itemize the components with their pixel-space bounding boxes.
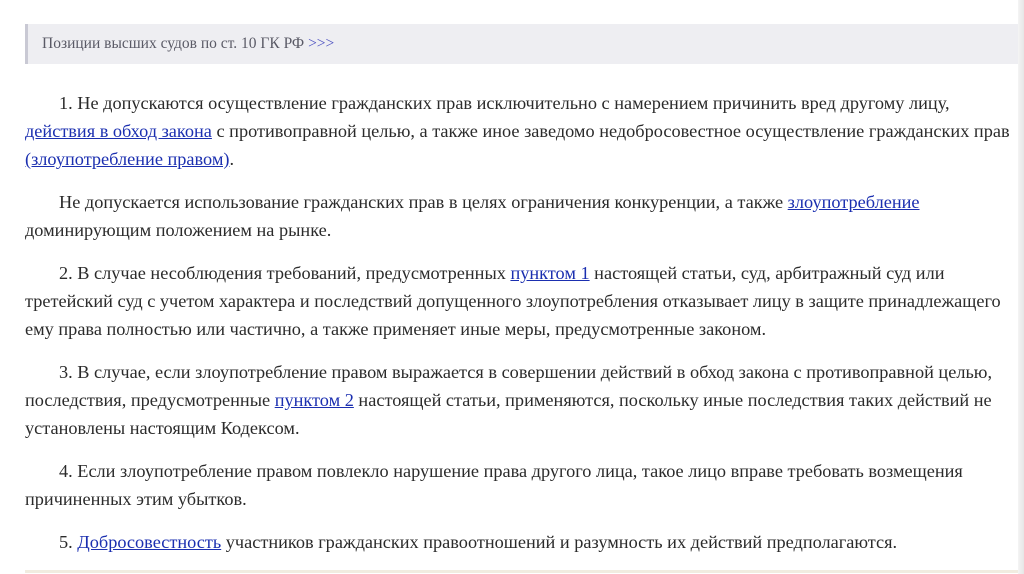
- article-text: 1. Не допускаются осуществление гражданс…: [25, 89, 1020, 571]
- scrollbar-edge[interactable]: [1018, 0, 1024, 574]
- paragraph-5: 4. Если злоупотребление правом повлекло …: [25, 457, 1020, 513]
- paragraph-text: участников гражданских правоотношений и …: [221, 532, 898, 552]
- link-bypass-law[interactable]: действия в обход закона: [25, 121, 212, 141]
- paragraph-text: 5.: [59, 532, 78, 552]
- paragraph-text: .: [229, 149, 235, 169]
- banner-expand-link[interactable]: >>>: [308, 35, 334, 52]
- paragraph-text: с противоправной целью, а также иное зав…: [211, 121, 1010, 141]
- paragraph-3: 2. В случае несоблюдения требований, пре…: [25, 259, 1020, 343]
- paragraph-2: Не допускается использование гражданских…: [25, 188, 1020, 244]
- paragraph-text: 4. Если злоупотребление правом повлекло …: [25, 461, 963, 509]
- paragraph-text: 1. Не допускаются осуществление гражданс…: [59, 93, 950, 113]
- bottom-divider: [25, 570, 1024, 573]
- paragraph-4: 3. В случае, если злоупотребление правом…: [25, 358, 1020, 442]
- link-clause-1[interactable]: пунктом 1: [510, 263, 589, 283]
- link-good-faith[interactable]: Добросовестность: [77, 532, 221, 552]
- link-clause-2[interactable]: пунктом 2: [275, 390, 354, 410]
- paragraph-1: 1. Не допускаются осуществление гражданс…: [25, 89, 1020, 173]
- banner-title: Позиции высших судов по ст. 10 ГК РФ: [42, 35, 305, 52]
- court-positions-banner: Позиции высших судов по ст. 10 ГК РФ >>>: [25, 24, 1019, 64]
- paragraph-text: 2. В случае несоблюдения требований, пре…: [59, 263, 511, 283]
- paragraph-text: Не допускается использование гражданских…: [59, 192, 788, 212]
- document-page: Позиции высших судов по ст. 10 ГК РФ >>>…: [25, 0, 1024, 574]
- link-abuse-of-right[interactable]: (злоупотребление правом): [25, 149, 230, 169]
- paragraph-text: доминирующим положением на рынке.: [25, 220, 332, 240]
- link-abuse[interactable]: злоупотребление: [788, 192, 920, 212]
- paragraph-6: 5. Добросовестность участников гражданск…: [25, 528, 1020, 556]
